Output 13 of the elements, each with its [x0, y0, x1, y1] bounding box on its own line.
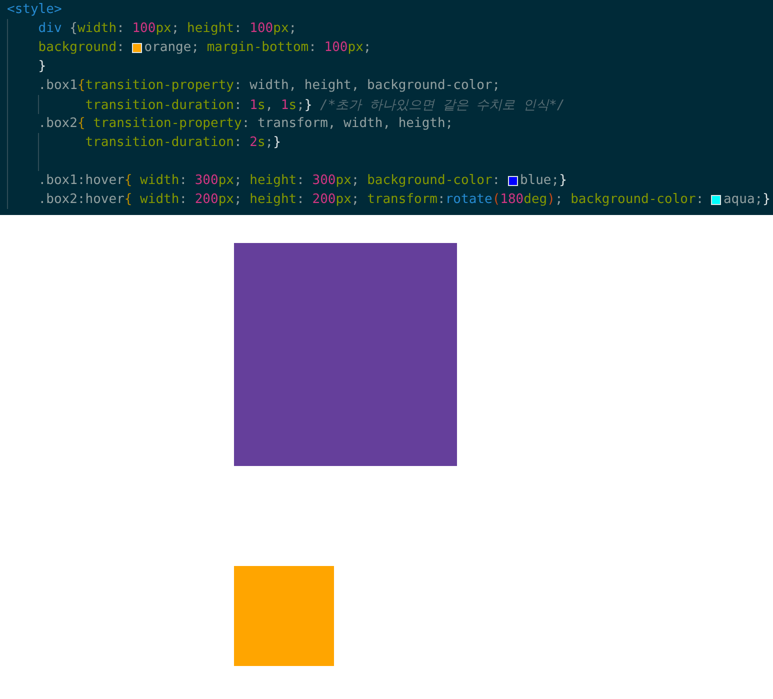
code-text: transition-duration: 1s, 1s;} /*초가 하나있으면 같은 수치로 인식*/: [85, 96, 565, 114]
code-text: .box2:hover{ width: 200px; height: 200px; transform:rotate(180deg); background-color:: [38, 192, 705, 207]
code-text: orange; margin-bottom: 100px;: [144, 40, 372, 55]
code-text: }: [38, 59, 46, 74]
code-text: <style>: [7, 2, 62, 17]
code-text: aqua;}: [723, 192, 770, 207]
code-text: div {width: 100px; height: 100px;: [38, 21, 297, 36]
code-text: blue;}: [520, 173, 567, 188]
code-text: .box2{ transition-property: transform, width, heigth;: [38, 116, 454, 131]
code-text: transition-duration: 2s;}: [85, 135, 281, 150]
code-text: .box1{transition-property: width, height, background-color;: [38, 78, 500, 93]
code-text: .box1:hover{ width: 300px; height: 300px; background-color:: [38, 173, 502, 188]
code-text: background:: [38, 40, 126, 55]
